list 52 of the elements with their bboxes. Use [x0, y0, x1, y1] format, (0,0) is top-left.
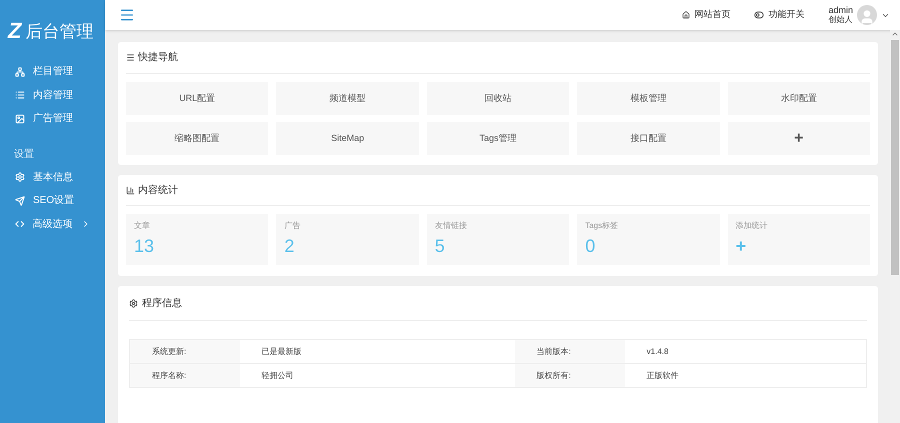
scroll-thumb[interactable] [891, 40, 899, 275]
info-label: 程序名称: [130, 364, 240, 388]
nav-tile[interactable]: 水印配置 [728, 82, 870, 115]
stat-value: 0 [585, 237, 596, 255]
sitemap-icon [15, 66, 25, 77]
stat-label: 文章 [134, 220, 151, 232]
stat-label: 添加统计 [736, 220, 769, 232]
person-icon [859, 9, 875, 25]
header-link[interactable]: 网站首页 [682, 8, 730, 22]
toggle-icon [754, 10, 764, 20]
nav-tile[interactable]: 回收站 [426, 82, 570, 115]
info-label: 系统更新: [130, 340, 240, 364]
menu-icon[interactable] [119, 7, 135, 23]
sidebar-heading: 设置 [13, 148, 35, 162]
paper-plane-icon [15, 196, 25, 206]
info-value: 已是最新版 [240, 340, 515, 364]
home-icon [682, 11, 690, 19]
card-title: 内容统计 [138, 184, 178, 198]
nav-tile[interactable]: Tags管理 [426, 122, 570, 155]
logo-mark: Z [8, 20, 22, 42]
list-icon [15, 90, 25, 100]
stat-value: 2 [284, 237, 296, 255]
logo-text: 后台管理 [25, 22, 94, 40]
info-value: v1.4.8 [624, 340, 866, 364]
nav-tile[interactable]: 接口配置 [577, 122, 720, 155]
nav-tile[interactable]: 缩略图配置 [126, 122, 268, 155]
image-icon [15, 114, 25, 124]
gear-icon [129, 298, 138, 308]
bar-chart-icon [126, 186, 135, 194]
header-link[interactable]: 功能开关 [754, 8, 804, 22]
stat-label: 友情链接 [434, 220, 468, 232]
add-tile[interactable]: + [728, 122, 870, 155]
scroll-up-icon[interactable] [891, 30, 899, 38]
info-label: 版权所有: [514, 364, 625, 388]
stat-label: Tags标签 [585, 220, 620, 232]
info-value: 正版软件 [624, 364, 866, 388]
nav-tile[interactable]: 频道模型 [276, 82, 419, 115]
nav-tile[interactable]: SiteMap [276, 122, 419, 155]
stat-value: 5 [434, 237, 446, 255]
nav-tile[interactable]: URL配置 [126, 82, 268, 115]
gear-icon [15, 172, 25, 182]
stat-label: 广告 [284, 220, 302, 232]
user-role: 创始人 [828, 15, 853, 25]
nav-tile[interactable]: 模板管理 [577, 82, 720, 115]
card-title: 程序信息 [142, 296, 182, 310]
user-name: admin [828, 5, 853, 15]
code-icon [15, 219, 24, 230]
card-title: 快捷导航 [138, 50, 178, 65]
list-icon [126, 53, 135, 62]
stat-value: 13 [134, 237, 156, 255]
info-value: 轻拥公司 [240, 364, 515, 388]
info-label: 当前版本: [514, 340, 625, 364]
